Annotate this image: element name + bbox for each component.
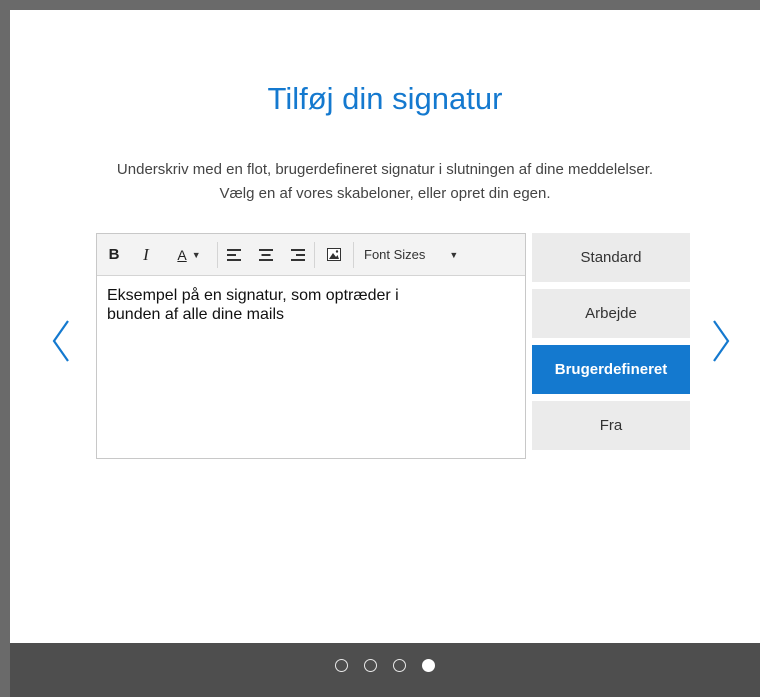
page-dot-1[interactable] [335,659,348,672]
window-frame-top [0,0,760,10]
font-color-label: A [177,246,187,263]
signature-dialog: Tilføj din signatur Underskriv med en fl… [10,10,760,643]
template-list: Standard Arbejde Brugerdefineret Fra [532,233,690,457]
font-sizes-dropdown[interactable]: Font Sizes ▼ [354,234,478,276]
subtitle-line-1: Underskriv med en flot, brugerdefineret … [116,161,654,178]
align-left-icon [227,248,241,261]
footer-bar [10,643,760,697]
window-frame-left [0,0,10,697]
chevron-down-icon: ▼ [449,249,459,260]
image-icon [327,248,341,261]
chevron-left-icon [52,320,69,362]
pagination-dots [10,659,760,672]
bold-button[interactable]: B [97,234,131,276]
next-button[interactable] [706,313,734,369]
signature-text-line-2: bunden af alle dine mails [107,306,285,323]
dialog-subtitle: Underskriv med en flot, brugerdefineret … [10,158,760,206]
dialog-title: Tilføj din signatur [267,81,503,116]
template-standard[interactable]: Standard [532,233,690,282]
template-brugerdefineret[interactable]: Brugerdefineret [532,345,690,394]
font-sizes-label: Font Sizes [364,247,426,262]
insert-image-button[interactable] [315,234,353,276]
editor-toolbar: B I A ▼ Font Sizes ▼ [97,234,525,276]
font-color-button[interactable]: A ▼ [161,234,217,276]
align-center-icon [259,248,273,261]
signature-text-line-1: Eksempel på en signatur, som optræder i [107,287,399,304]
signature-editor: B I A ▼ Font Sizes ▼ Eksempel på en sign… [96,233,526,459]
page-dot-3[interactable] [393,659,406,672]
page-dot-4[interactable] [422,659,435,672]
align-center-button[interactable] [250,234,282,276]
template-fra[interactable]: Fra [532,401,690,450]
align-left-button[interactable] [218,234,250,276]
italic-button[interactable]: I [131,234,161,276]
caret-down-icon: ▼ [191,249,201,260]
align-right-icon [291,248,305,261]
previous-button[interactable] [48,313,76,369]
chevron-right-icon [713,320,730,362]
align-right-button[interactable] [282,234,314,276]
page-dot-2[interactable] [364,659,377,672]
subtitle-line-2: Vælg en af vores skabeloner, eller opret… [219,185,551,202]
signature-text-area[interactable]: Eksempel på en signatur, som optræder i … [97,276,525,334]
template-arbejde[interactable]: Arbejde [532,289,690,338]
